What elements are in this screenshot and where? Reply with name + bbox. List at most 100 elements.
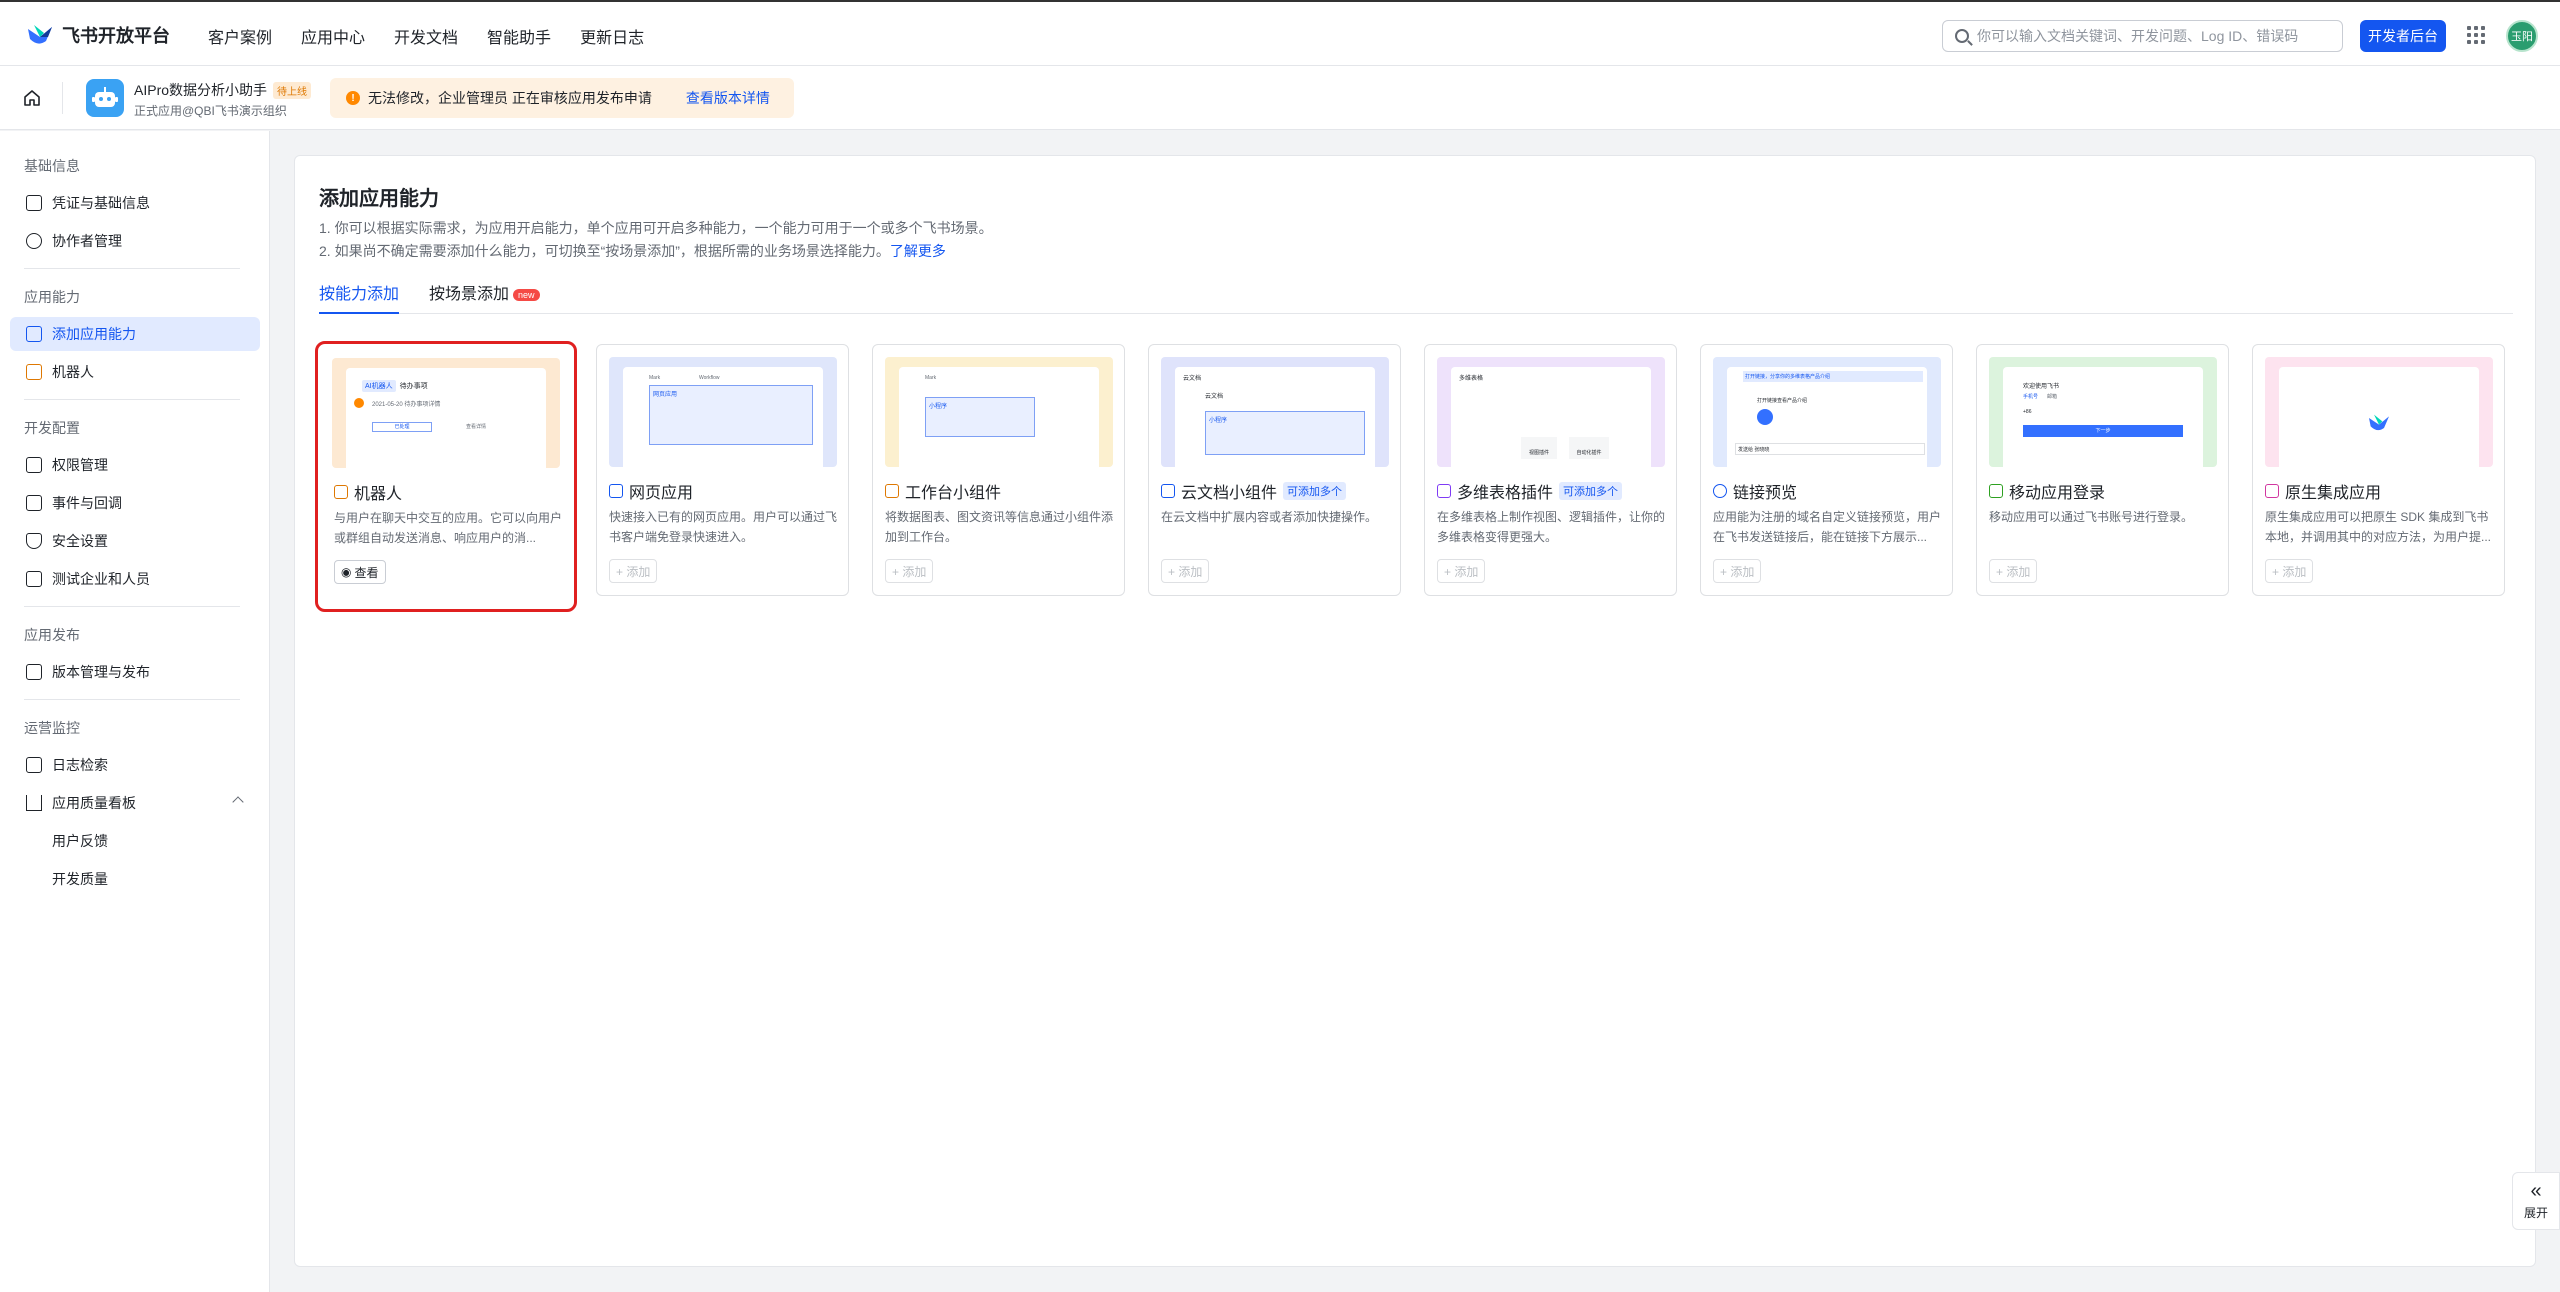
sidebar-item-label: 事件与回调 (52, 495, 122, 511)
preview-line: 2021-05-20 待办事项详情 (372, 402, 441, 408)
sidebar-item-label: 权限管理 (52, 457, 108, 473)
card-title-text: 云文档小组件 (1181, 485, 1278, 502)
new-badge: new (513, 288, 540, 301)
expand-panel-button[interactable]: « 展开 (2512, 1172, 2560, 1230)
add-button[interactable]: + 添加 (1713, 559, 1762, 583)
card-title-text: 原生集成应用 (2285, 485, 2382, 502)
brand-logo[interactable]: 飞书开放平台 (26, 22, 170, 48)
web-icon (609, 484, 623, 498)
preview-message: 打开链接，分享你的多维表格产品介绍 (1743, 371, 1923, 382)
sidebar-item-label: 添加应用能力 (52, 326, 136, 342)
test-icon (26, 571, 42, 587)
divider (24, 399, 240, 400)
add-button[interactable]: + 添加 (2265, 559, 2314, 583)
multi-badge: 可添加多个 (1559, 482, 1623, 500)
sidebar-item-versions[interactable]: 版本管理与发布 (10, 655, 260, 689)
nav-app-center[interactable]: 应用中心 (301, 24, 365, 48)
sidebar-item-credentials[interactable]: 凭证与基础信息 (10, 186, 260, 220)
doc-icon (1161, 484, 1175, 498)
ability-card-web-app[interactable]: Mark Workflow 网页应用 网页应用 快速接入已有的网页应用。用户可以… (596, 344, 849, 596)
ability-card-bot[interactable]: AI机器人 待办事项 2021-05-20 待办事项详情 已处理 查看详情 机器… (315, 341, 577, 612)
sidebar-item-label: 凭证与基础信息 (52, 195, 150, 211)
log-search-icon (26, 757, 42, 773)
multi-badge: 可添加多个 (1283, 482, 1347, 500)
card-title-text: 网页应用 (629, 485, 694, 502)
shield-icon (26, 533, 42, 549)
sidebar-item-permissions[interactable]: 权限管理 (10, 448, 260, 482)
sidebar-item-logs[interactable]: 日志检索 (10, 748, 260, 782)
card-description: 移动应用可以通过飞书账号进行登录。 (1989, 510, 2194, 524)
nav-ai-assistant[interactable]: 智能助手 (487, 24, 551, 48)
tab-by-scene[interactable]: 按场景添加 new (429, 280, 540, 314)
app-grid-icon[interactable] (2467, 26, 2485, 44)
preview-header: 多维表格 (1459, 376, 1484, 382)
card-preview (2265, 357, 2493, 467)
tab-by-ability[interactable]: 按能力添加 (319, 280, 400, 314)
app-header-bar: AIPro数据分析小助手 待上线 正式应用@QBI飞书演示组织 ! 无法修改，企… (0, 66, 2560, 130)
preview-tab-2: 邮箱 (2047, 394, 2058, 400)
add-button[interactable]: + 添加 (1989, 559, 2038, 583)
app-name-text: AIPro数据分析小助手 (134, 82, 268, 98)
sidebar-section-basic: 基础信息 (24, 158, 80, 174)
card-preview: 欢迎使用飞书 手机号 邮箱 +86 下一步 (1989, 357, 2217, 467)
divider (62, 82, 63, 114)
ability-card-workplace-widget[interactable]: Mark 小程序 工作台小组件 将数据图表、图文资讯等信息通过小组件添加到工作台… (872, 344, 1125, 596)
upload-icon (26, 664, 42, 680)
tab-label: 按场景添加 (429, 286, 510, 303)
eye-icon: ◉ (341, 565, 352, 579)
sidebar-item-quality-board[interactable]: 应用质量看板 (10, 786, 260, 820)
sidebar-item-events[interactable]: 事件与回调 (10, 486, 260, 520)
user-avatar[interactable]: 玉阳 (2506, 20, 2538, 52)
nav-customer-cases[interactable]: 客户案例 (208, 24, 272, 48)
home-icon[interactable] (22, 88, 42, 108)
card-title-text: 移动应用登录 (2009, 485, 2106, 502)
ability-card-native-app[interactable]: 原生集成应用 原生集成应用可以把原生 SDK 集成到飞书本地，并调用其中的对应方… (2252, 344, 2505, 596)
add-button[interactable]: + 添加 (609, 559, 658, 583)
id-card-icon (26, 195, 42, 211)
add-button[interactable]: + 添加 (1161, 559, 1210, 583)
preview-button: 下一步 (2023, 425, 2183, 437)
sidebar-item-security[interactable]: 安全设置 (10, 524, 260, 558)
sidebar-item-add-ability[interactable]: 添加应用能力 (10, 317, 260, 351)
card-title-text: 多维表格插件 (1457, 485, 1554, 502)
search-input[interactable]: 你可以输入文档关键词、开发问题、Log ID、错误码 (1942, 20, 2343, 52)
ability-card-base-plugin[interactable]: 多维表格 视图插件 自动化插件 多维表格插件 可添加多个 在多维表格上制作视图、… (1424, 344, 1677, 596)
sidebar-section-release: 应用发布 (24, 627, 80, 643)
search-icon (1955, 29, 1969, 43)
tab-bar: 按能力添加 按场景添加 new (319, 280, 2513, 314)
view-button[interactable]: ◉ 查看 (334, 560, 386, 584)
preview-window: Mark Workflow 网页应用 (623, 367, 823, 467)
status-badge: 待上线 (273, 81, 312, 99)
ability-card-link-preview[interactable]: 打开链接，分享你的多维表格产品介绍 打开链接查看产品介绍 发送给 张晓晓 链接预… (1700, 344, 1953, 596)
card-preview: 多维表格 视图插件 自动化插件 (1437, 357, 1665, 467)
integration-icon (2265, 484, 2279, 498)
sidebar-item-test-org[interactable]: 测试企业和人员 (10, 562, 260, 596)
chevron-up-icon[interactable] (232, 796, 244, 808)
developer-console-button[interactable]: 开发者后台 (2360, 20, 2446, 52)
preview-orb (1757, 409, 1773, 425)
page-title: 添加应用能力 (319, 188, 439, 210)
main-panel: 添加应用能力 1. 你可以根据实际需求，为应用开启能力，单个应用可开启多种能力，… (294, 155, 2536, 1267)
nav-dev-docs[interactable]: 开发文档 (394, 24, 458, 48)
status-dot (354, 398, 364, 408)
nav-changelog[interactable]: 更新日志 (580, 24, 644, 48)
add-button[interactable]: + 添加 (1437, 559, 1486, 583)
ability-card-mobile-login[interactable]: 欢迎使用飞书 手机号 邮箱 +86 下一步 移动应用登录 移动应用可以通过飞书账… (1976, 344, 2229, 596)
card-title: 移动应用登录 (1989, 479, 2105, 503)
card-title: 工作台小组件 (885, 479, 1001, 503)
sidebar-item-feedback[interactable]: 用户反馈 (10, 824, 260, 858)
view-version-link[interactable]: 查看版本详情 (686, 88, 770, 108)
sidebar-item-dev-quality[interactable]: 开发质量 (10, 862, 260, 896)
learn-more-link[interactable]: 了解更多 (890, 243, 946, 259)
event-icon (26, 495, 42, 511)
bar-chart-icon (26, 795, 42, 811)
add-app-icon (26, 326, 42, 342)
card-title-text: 链接预览 (1733, 485, 1798, 502)
sidebar-item-collaborators[interactable]: 协作者管理 (10, 224, 260, 258)
ability-card-doc-widget[interactable]: 云文档 云文档 小程序 云文档小组件 可添加多个 在云文档中扩展内容或者添加快捷… (1148, 344, 1401, 596)
sidebar-item-bot[interactable]: 机器人 (10, 355, 260, 389)
card-title: 网页应用 (609, 479, 693, 503)
sidebar-item-label: 测试企业和人员 (52, 571, 150, 587)
add-button[interactable]: + 添加 (885, 559, 934, 583)
sidebar-item-label: 机器人 (52, 364, 94, 380)
